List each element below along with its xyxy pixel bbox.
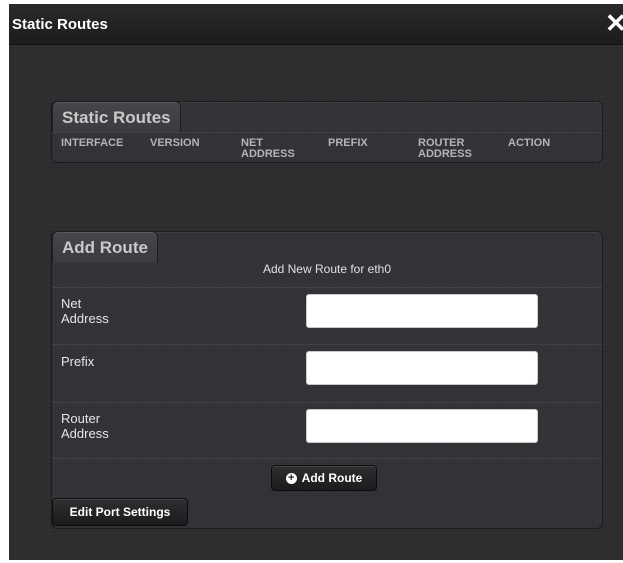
row-divider	[52, 287, 602, 288]
column-net-address: NET ADDRESS	[241, 137, 295, 160]
add-route-button[interactable]: + Add Route	[271, 465, 377, 491]
router-address-input[interactable]	[306, 409, 538, 443]
prefix-input[interactable]	[306, 351, 538, 385]
column-version: VERSION	[150, 137, 200, 149]
add-route-subtitle: Add New Route for eth0	[262, 262, 392, 276]
close-icon[interactable]: ✕	[605, 10, 623, 36]
net-address-label: Net Address	[61, 296, 109, 326]
static-routes-dialog: Static Routes ✕ Static Routes INTERFACE …	[9, 4, 623, 560]
dialog-title: Static Routes	[12, 16, 108, 33]
edit-port-settings-label: Edit Port Settings	[69, 505, 171, 519]
row-divider	[52, 344, 602, 345]
row-divider	[52, 402, 602, 403]
prefix-label: Prefix	[61, 354, 95, 369]
column-prefix: PREFIX	[328, 137, 368, 149]
routes-table-header: INTERFACE VERSION NET ADDRESS PREFIX ROU…	[52, 132, 602, 161]
row-divider	[52, 458, 602, 459]
column-interface: INTERFACE	[61, 137, 124, 149]
edit-port-settings-button[interactable]: Edit Port Settings	[52, 498, 188, 526]
column-action: ACTION	[508, 137, 551, 149]
add-route-button-label: Add Route	[301, 471, 363, 485]
plus-circle-icon: +	[285, 472, 297, 484]
router-address-label: Router Address	[61, 411, 109, 441]
add-route-panel: Add Route Add New Route for eth0 Net Add…	[51, 231, 603, 529]
title-bar: Static Routes ✕	[9, 4, 623, 45]
net-address-input[interactable]	[306, 294, 538, 328]
static-routes-panel-title: Static Routes	[52, 101, 181, 133]
static-routes-panel: Static Routes INTERFACE VERSION NET ADDR…	[51, 101, 603, 163]
column-router-address: ROUTER ADDRESS	[418, 137, 472, 160]
add-route-panel-title: Add Route	[52, 231, 158, 263]
